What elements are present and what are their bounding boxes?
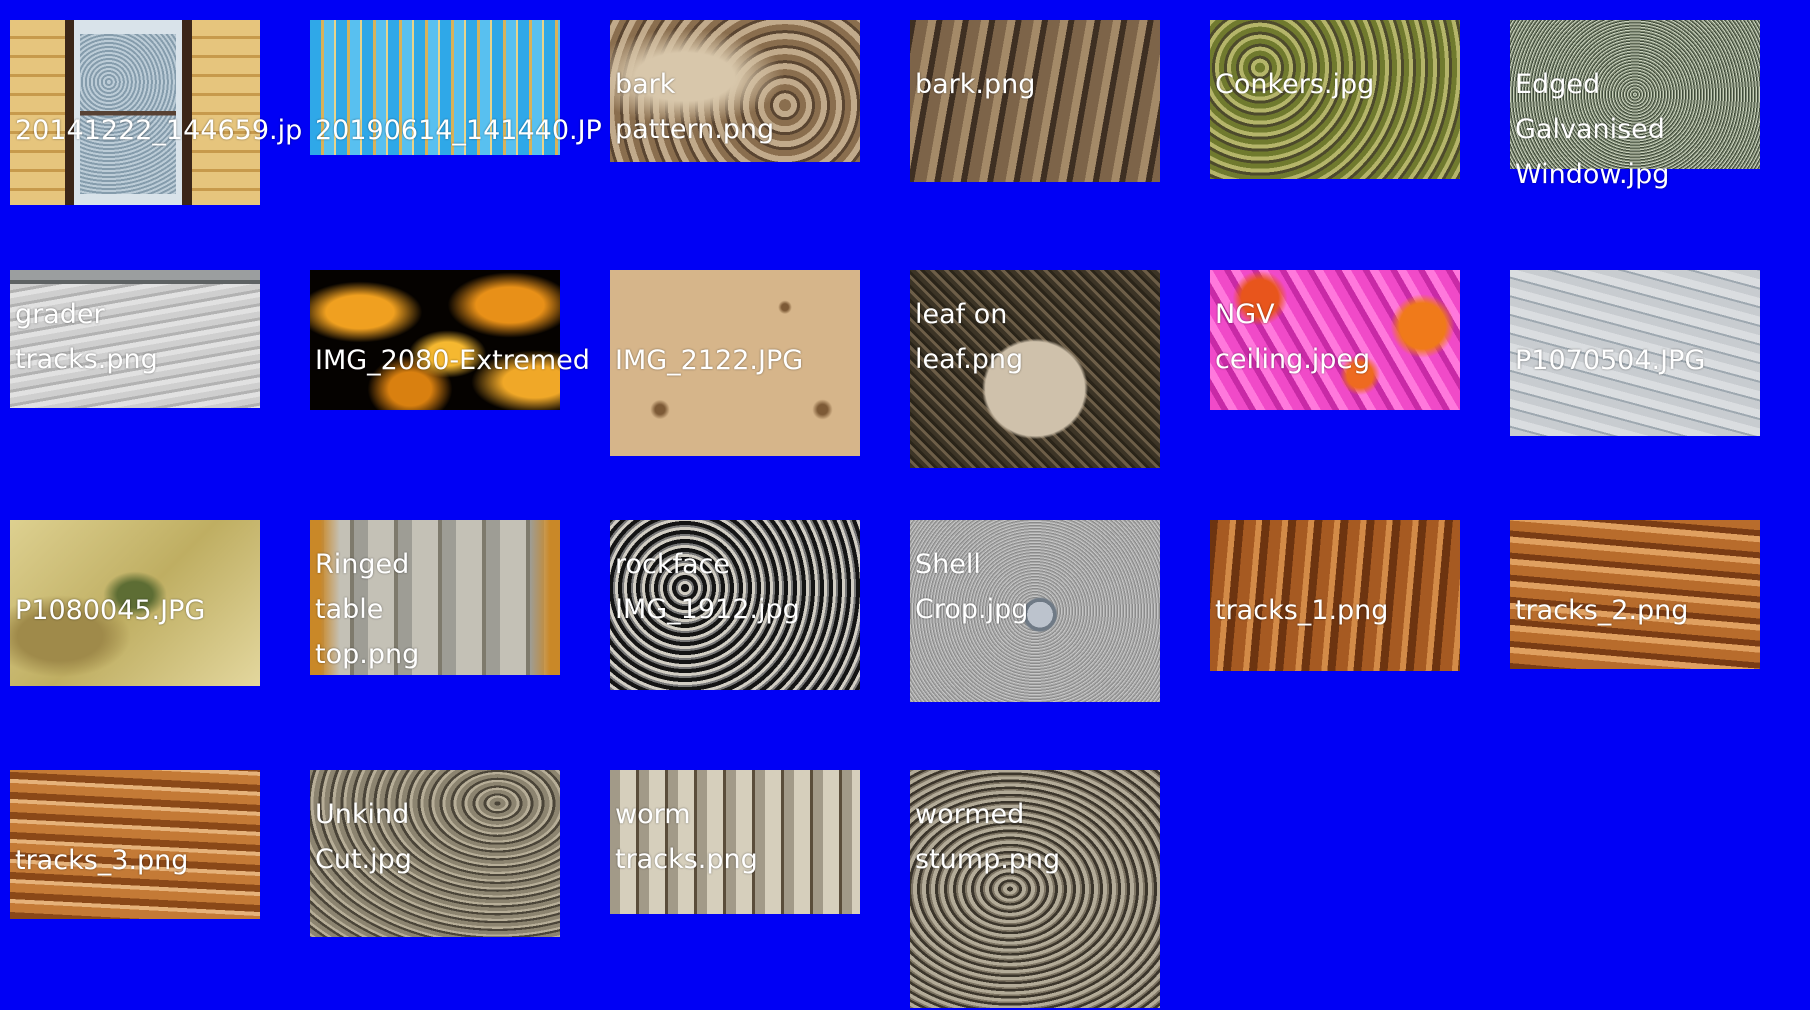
file-name-label: Unkind Cut.jpg [315, 799, 412, 875]
file-name-label: Shell Crop.jpg [915, 549, 1029, 625]
file-item[interactable]: grader tracks.png [10, 270, 260, 408]
file-name-label: P1080045.JPG [15, 595, 206, 626]
file-name-label: NGV ceiling.jpeg [1215, 299, 1371, 375]
file-item[interactable]: tracks_2.png [1510, 520, 1760, 669]
file-item[interactable]: IMG_2122.JPG [610, 270, 860, 456]
file-item[interactable]: wormed stump.png [910, 770, 1160, 1008]
file-name-label: Conkers.jpg [1215, 69, 1375, 100]
file-name-label: IMG_2080-Extremed [315, 345, 590, 376]
file-name-label: 20190614_141440.JP [315, 115, 602, 146]
file-item[interactable]: worm tracks.png [610, 770, 860, 914]
file-item[interactable]: 20141222_144659.jp [10, 20, 302, 205]
file-name-label: leaf on leaf.png [915, 299, 1024, 375]
file-name-label: tracks_1.png [1215, 595, 1389, 626]
file-item[interactable]: NGV ceiling.jpeg [1210, 270, 1460, 410]
file-name-label: bark pattern.png [615, 69, 775, 145]
file-item[interactable]: Edged Galvanised Window.jpg [1510, 20, 1760, 190]
file-name-label: IMG_2122.JPG [615, 345, 804, 376]
file-item[interactable]: P1070504.JPG [1510, 270, 1760, 436]
file-item[interactable]: bark pattern.png [610, 20, 860, 162]
file-item[interactable]: Ringed table top.png [310, 520, 560, 675]
file-item[interactable]: leaf on leaf.png [910, 270, 1160, 468]
file-item[interactable]: IMG_2080-Extremed [310, 270, 590, 410]
file-item[interactable]: rockface IMG_1912.jpg [610, 520, 860, 690]
file-item[interactable]: tracks_1.png [1210, 520, 1460, 671]
file-name-label: worm tracks.png [615, 799, 758, 875]
file-name-label: bark.png [915, 69, 1036, 100]
file-name-label: grader tracks.png [15, 299, 158, 375]
file-item[interactable]: P1080045.JPG [10, 520, 260, 686]
file-icon-grid: 20141222_144659.jp 20190614_141440.JP ba… [0, 0, 1810, 1010]
file-item[interactable]: bark.png [910, 20, 1160, 182]
file-name-label: 20141222_144659.jp [15, 115, 303, 146]
file-name-label: tracks_2.png [1515, 595, 1689, 626]
file-item[interactable]: 20190614_141440.JP [310, 20, 602, 155]
file-name-label: wormed stump.png [915, 799, 1061, 875]
file-name-label: rockface IMG_1912.jpg [615, 549, 800, 625]
file-name-label: Edged Galvanised Window.jpg [1515, 69, 1670, 190]
file-item[interactable]: Conkers.jpg [1210, 20, 1460, 179]
file-item[interactable]: tracks_3.png [10, 770, 260, 919]
file-item[interactable]: Shell Crop.jpg [910, 520, 1160, 702]
file-name-label: Ringed table top.png [315, 549, 420, 670]
file-name-label: P1070504.JPG [1515, 345, 1706, 376]
file-item[interactable]: Unkind Cut.jpg [310, 770, 560, 937]
file-name-label: tracks_3.png [15, 845, 189, 876]
